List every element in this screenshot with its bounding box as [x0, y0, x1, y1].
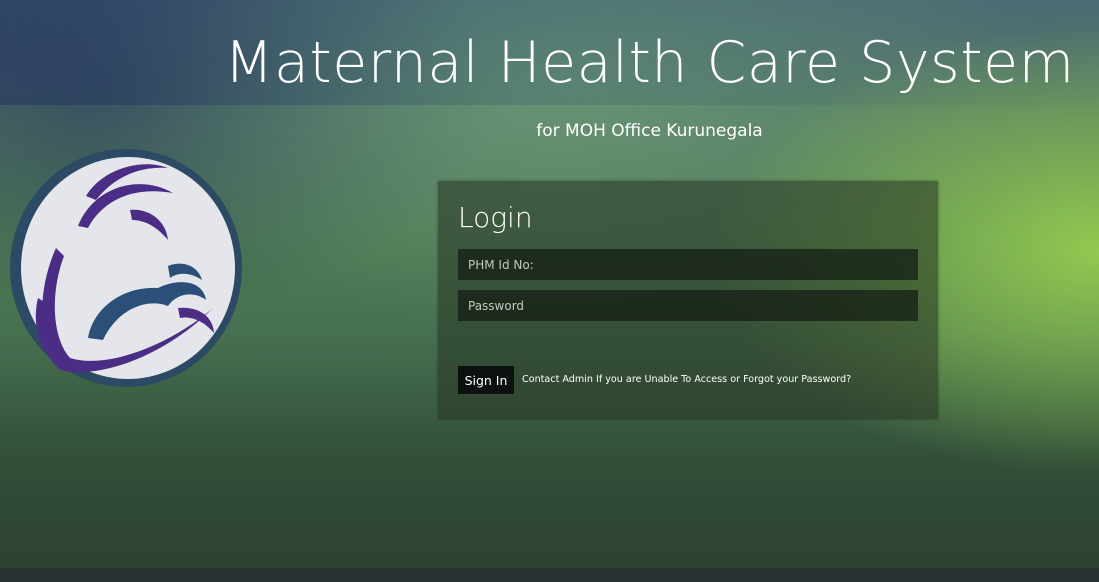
password-input[interactable] [458, 290, 918, 321]
app-subtitle: for MOH Office Kurunegala [536, 121, 763, 141]
help-text: Contact Admin If you are Unable To Acces… [522, 374, 852, 385]
app-title: Maternal Health Care System [224, 30, 1075, 96]
sign-in-button[interactable]: Sign In [458, 366, 514, 394]
background-band-bottom [0, 568, 1099, 582]
login-title: Login [458, 201, 533, 234]
mother-and-child-icon [8, 148, 244, 388]
phm-id-input[interactable] [458, 249, 918, 280]
login-panel: Login Sign In Contact Admin If you are U… [438, 181, 938, 419]
